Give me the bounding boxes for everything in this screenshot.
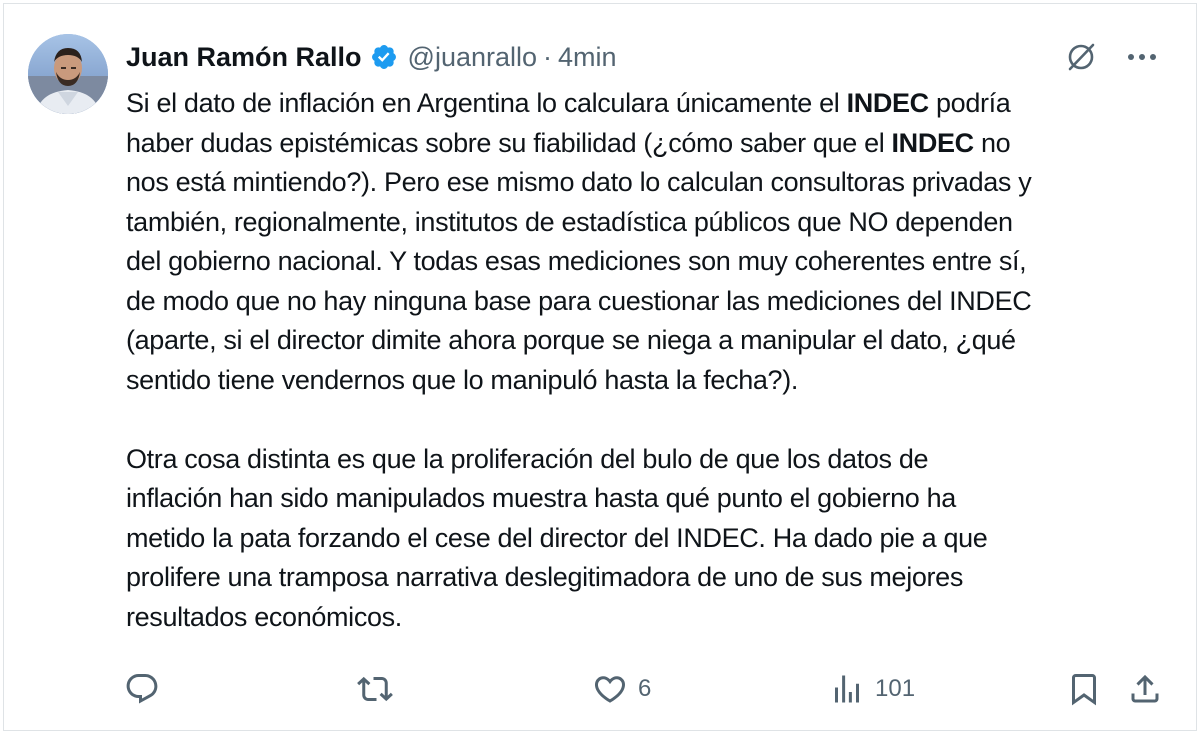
bookmark-button[interactable] (1066, 668, 1102, 710)
views-icon (835, 675, 859, 703)
tweet-text-segment: sentido tiene vendernos que lo manipuló … (126, 364, 799, 395)
more-icon[interactable] (1126, 52, 1158, 62)
repost-button[interactable] (357, 668, 403, 710)
tweet-text-segment: Otra cosa distinta es que la proliferaci… (126, 443, 929, 474)
tweet-text-line: inflación han sido manipulados muestra h… (126, 479, 1166, 519)
tweet-text-line: también, regionalmente, institutos de es… (126, 203, 1166, 243)
tweet-text-segment: Si el dato de inflación en Argentina lo … (126, 88, 847, 118)
tweet-text-line: sentido tiene vendernos que lo manipuló … (126, 361, 1166, 401)
tweet-text-line: metido la pata forzando el cese del dire… (126, 519, 1166, 559)
grok-icon[interactable] (1064, 40, 1098, 74)
avatar[interactable] (28, 34, 108, 114)
tweet-text-segment: inflación han sido manipulados muestra h… (126, 483, 956, 513)
tweet-text-segment: nos está mintiendo?). Pero ese mismo dat… (126, 167, 1032, 197)
tweet-text-segment: metido la pata forzando el cese del dire… (126, 522, 988, 553)
tweet-text-segment: resultados económicos. (126, 601, 402, 632)
tweet-text-bold: INDEC (846, 88, 930, 118)
tweet-text-segment: de modo que no hay ninguna base para cue… (126, 285, 1032, 316)
tweet-text-line: Si el dato de inflación en Argentina lo … (126, 84, 1166, 124)
views-button[interactable]: 101 (829, 668, 915, 710)
tweet-text-segment: haber dudas epistémicas sobre su fiabili… (126, 127, 892, 158)
tweet-paragraph-1: Si el dato de inflación en Argentina lo … (126, 84, 1166, 400)
like-count: 6 (638, 675, 652, 702)
author-handle[interactable]: @juanrallo (408, 42, 537, 73)
reply-icon (126, 674, 158, 704)
views-count: 101 (875, 675, 916, 702)
like-icon (594, 676, 626, 703)
tweet-text-segment: (aparte, si el director dimite ahora por… (126, 325, 1016, 355)
verified-badge-icon[interactable] (370, 43, 398, 71)
tweet-text-line: del gobierno nacional. Y todas esas medi… (126, 242, 1166, 282)
tweet-text-bold: INDEC (891, 127, 975, 158)
tweet-text-line: (aparte, si el director dimite ahora por… (126, 321, 1166, 361)
reply-button[interactable] (124, 668, 170, 710)
tweet-text-segment: prolifere una tramposa narrativa deslegi… (126, 562, 963, 592)
tweet-text-segment: podría (928, 88, 1011, 118)
tweet-text-segment: también, regionalmente, institutos de es… (126, 206, 1013, 237)
tweet-top-actions (1064, 40, 1158, 74)
tweet-text: Si el dato de inflación en Argentina lo … (126, 84, 1166, 637)
tweet-header: Juan Ramón Rallo @juanrallo · 4min (126, 34, 617, 80)
tweet-text-line: haber dudas epistémicas sobre su fiabili… (126, 124, 1166, 164)
tweet-text-segment: del gobierno nacional. Y todas esas medi… (126, 246, 1027, 276)
tweet-paragraph-2: Otra cosa distinta es que la proliferaci… (126, 440, 1166, 638)
bookmark-icon (1072, 674, 1096, 706)
tweet-action-bar: 6 101 (124, 668, 1164, 710)
tweet-text-line: resultados económicos. (126, 598, 1166, 638)
tweet-text-line: de modo que no hay ninguna base para cue… (126, 282, 1166, 322)
tweet-text-line: nos está mintiendo?). Pero ese mismo dat… (126, 163, 1166, 203)
tweet-text-line: prolifere una tramposa narrativa deslegi… (126, 558, 1166, 598)
share-button[interactable] (1127, 668, 1163, 710)
tweet-text-segment: no (973, 127, 1011, 158)
tweet-text-line: Otra cosa distinta es que la proliferaci… (126, 440, 1166, 480)
tweet-card[interactable]: Juan Ramón Rallo @juanrallo · 4min Si el… (3, 3, 1197, 731)
share-icon (1131, 674, 1159, 703)
like-button[interactable]: 6 (592, 668, 651, 710)
timestamp[interactable]: 4min (558, 42, 617, 73)
repost-icon (357, 676, 393, 702)
separator-dot: · (543, 41, 553, 72)
author-name[interactable]: Juan Ramón Rallo (126, 42, 362, 73)
